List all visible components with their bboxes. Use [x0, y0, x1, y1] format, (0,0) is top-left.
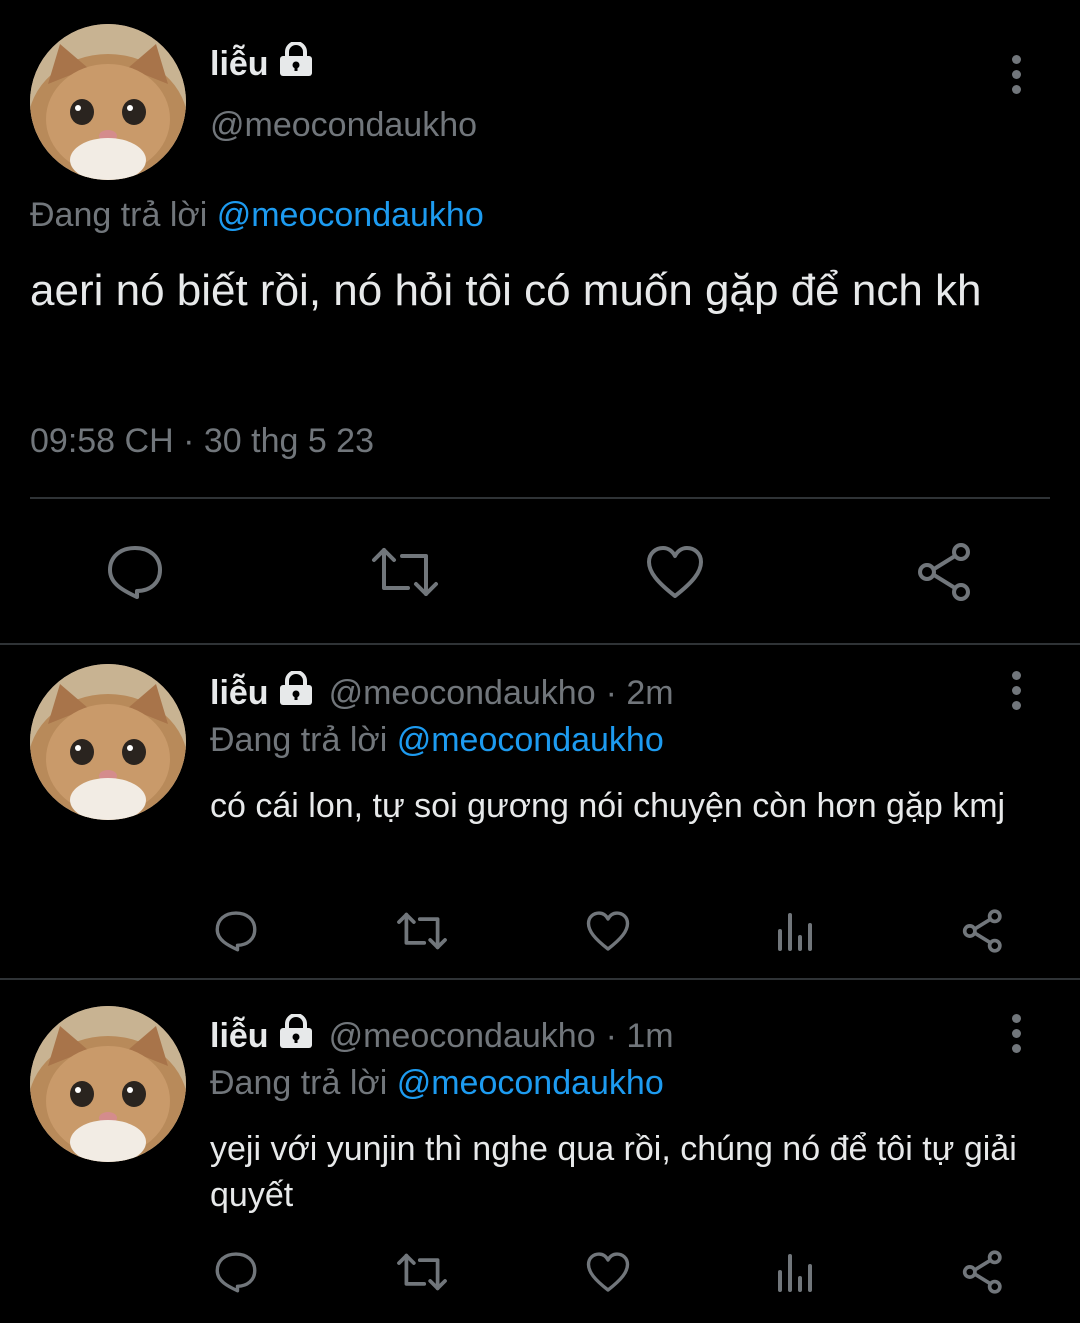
post-time[interactable]: · 2m: [606, 674, 674, 713]
main-tweet: liễu @meocondaukho Đang trả lời @meocond…: [0, 0, 1080, 643]
replying-mention[interactable]: @meocondaukho: [397, 1064, 664, 1102]
display-name[interactable]: liễu: [210, 45, 269, 84]
replying-prefix: Đang trả lời: [210, 1064, 388, 1102]
like-icon[interactable]: [582, 1244, 634, 1300]
more-options-icon[interactable]: [1006, 1014, 1026, 1054]
tweet-text: có cái lon, tự soi gương nói chuyện còn …: [210, 787, 1006, 825]
like-icon[interactable]: [642, 540, 708, 604]
author-row: liễu: [210, 41, 315, 87]
replying-prefix: Đang trả lời: [30, 196, 208, 234]
replying-to: Đang trả lời @meocondaukho: [30, 196, 484, 235]
timestamp[interactable]: 09:58 CH · 30 thg 5 23: [30, 422, 374, 461]
more-options-icon[interactable]: [1006, 55, 1026, 95]
retweet-icon[interactable]: [394, 903, 450, 959]
replying-prefix: Đang trả lời: [210, 721, 388, 759]
replying-mention[interactable]: @meocondaukho: [217, 196, 484, 234]
author-row: liễu @meocondaukho · 1m: [210, 1013, 674, 1059]
author-row: liễu @meocondaukho · 2m: [210, 670, 674, 716]
display-name[interactable]: liễu: [210, 674, 269, 713]
share-icon[interactable]: [958, 1244, 1008, 1300]
post-time[interactable]: · 1m: [606, 1017, 674, 1056]
analytics-icon[interactable]: [772, 1244, 820, 1300]
handle[interactable]: @meocondaukho: [210, 106, 477, 145]
reply-icon[interactable]: [210, 903, 262, 959]
tweet-text: yeji với yunjin thì nghe qua rồi, chúng …: [210, 1130, 1017, 1214]
retweet-icon[interactable]: [394, 1244, 450, 1300]
reply-icon[interactable]: [100, 540, 170, 604]
lock-icon: [277, 1013, 315, 1059]
like-icon[interactable]: [582, 903, 634, 959]
tweet-text: aeri nó biết rồi, nó hỏi tôi có muốn gặp…: [30, 266, 982, 315]
replying-to: Đang trả lời @meocondaukho: [210, 721, 664, 760]
retweet-icon[interactable]: [368, 540, 442, 604]
reply-tweet[interactable]: liễu @meocondaukho · 1m Đang trả lời @me…: [0, 980, 1080, 1323]
divider: [30, 497, 1050, 499]
share-icon[interactable]: [912, 540, 978, 604]
handle[interactable]: @meocondaukho: [329, 674, 596, 713]
handle[interactable]: @meocondaukho: [329, 1017, 596, 1056]
display-name[interactable]: liễu: [210, 1017, 269, 1056]
analytics-icon[interactable]: [772, 903, 820, 959]
lock-icon: [277, 41, 315, 87]
reply-icon[interactable]: [210, 1244, 262, 1300]
avatar[interactable]: [30, 1006, 186, 1162]
more-options-icon[interactable]: [1006, 671, 1026, 711]
avatar[interactable]: [30, 664, 186, 820]
replying-mention[interactable]: @meocondaukho: [397, 721, 664, 759]
reply-tweet[interactable]: liễu @meocondaukho · 2m Đang trả lời @me…: [0, 645, 1080, 978]
avatar[interactable]: [30, 24, 186, 180]
share-icon[interactable]: [958, 903, 1008, 959]
replying-to: Đang trả lời @meocondaukho: [210, 1064, 664, 1103]
lock-icon: [277, 670, 315, 716]
